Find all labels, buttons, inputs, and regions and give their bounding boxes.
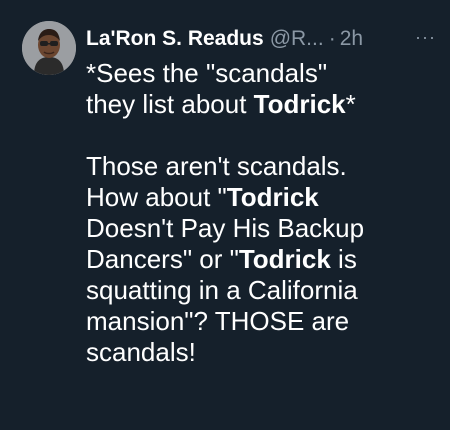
- tweet-text-segment: Dancers" or ": [86, 244, 239, 274]
- tweet-line: scandals!: [86, 337, 441, 368]
- timestamp[interactable]: 2h: [340, 22, 363, 56]
- tweet-text-segment: Those aren't scandals.: [86, 151, 347, 181]
- tweet-line: Those aren't scandals.: [86, 151, 441, 182]
- tweet-text-segment: they list about: [86, 89, 254, 119]
- tweet-text-bold-segment: Todrick: [238, 244, 331, 274]
- tweet-line: squatting in a California: [86, 275, 441, 306]
- tweet-text-segment: *Sees the "scandals": [86, 58, 328, 88]
- avatar[interactable]: [22, 21, 76, 75]
- tweet-text-segment: is: [330, 244, 357, 274]
- tweet-line: Doesn't Pay His Backup: [86, 213, 441, 244]
- more-options-icon[interactable]: ···: [415, 22, 436, 52]
- tweet-text-bold-segment: Todrick: [253, 89, 346, 119]
- tweet-text-segment: mansion"? THOSE are: [86, 306, 350, 336]
- profile-photo-icon: [22, 21, 76, 75]
- tweet-line: they list about Todrick*: [86, 89, 441, 120]
- tweet-line: How about "Todrick: [86, 182, 441, 213]
- tweet-text: *Sees the "scandals" they list about Tod…: [86, 58, 441, 368]
- tweet-line: Dancers" or "Todrick is: [86, 244, 441, 275]
- tweet-line: *Sees the "scandals": [86, 58, 441, 89]
- tweet-header: La'Ron S. Readus @R... · 2h ···: [86, 22, 436, 56]
- separator-dot: ·: [328, 27, 336, 50]
- tweet-card: La'Ron S. Readus @R... · 2h ··· *Sees th…: [0, 0, 450, 430]
- tweet-text-segment: squatting in a California: [86, 275, 358, 305]
- user-handle[interactable]: @R...: [270, 22, 324, 56]
- tweet-text-segment: *: [345, 89, 356, 119]
- tweet-text-segment: How about ": [86, 182, 227, 212]
- tweet-text-segment: Doesn't Pay His Backup: [86, 213, 365, 243]
- tweet-text-bold-segment: Todrick: [226, 182, 319, 212]
- display-name[interactable]: La'Ron S. Readus: [86, 22, 264, 56]
- tweet-text-segment: scandals!: [86, 337, 196, 367]
- tweet-line: mansion"? THOSE are: [86, 306, 441, 337]
